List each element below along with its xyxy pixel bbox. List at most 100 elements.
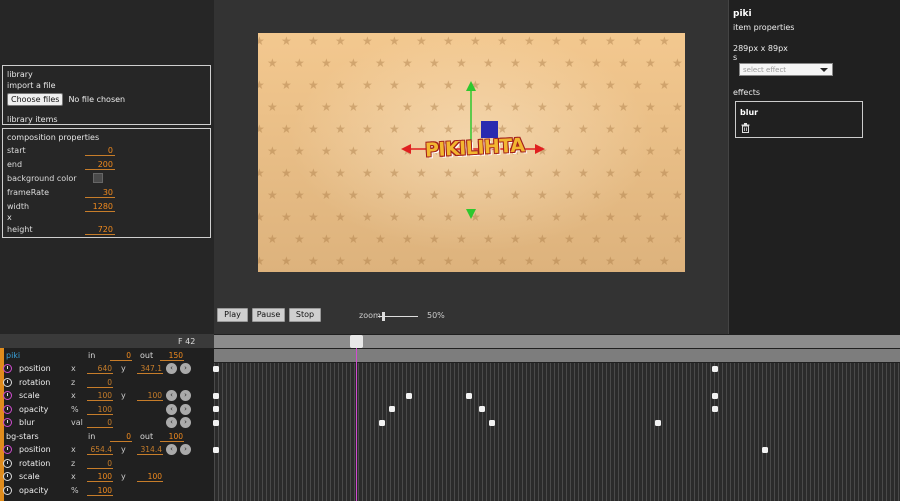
stopwatch-icon[interactable] [3,364,12,374]
value-input[interactable]: 100 [137,391,163,401]
library-items-label: library items [7,115,58,124]
stage-area: ★ ★ ★ ★ ★ ★ ★ ★ ★ ★ ★ ★ ★ ★ ★ ★ ★ ★ ★ ★ ★ ★ ★ ★ ★ ★ ★ ★ ★ ★ ★ ★ ★ ★ ★ ★ ★ ★ ★ ★… [214,0,728,334]
trash-icon[interactable] [741,123,750,133]
out-input[interactable]: 100 [160,432,184,442]
width-input[interactable]: 1280 [85,201,115,212]
axis-label: x [71,445,76,455]
prop-label: opacity [19,405,49,415]
stop-button[interactable]: Stop [289,308,321,322]
zoom-slider[interactable] [378,312,418,321]
prop-label: rotation [19,378,51,388]
in-label: in [88,351,96,361]
value-input[interactable]: 640 [87,364,113,374]
prop-label: blur [19,418,35,428]
stopwatch-icon[interactable] [3,472,12,482]
axis-label: x [71,472,76,482]
prop-row: scale x 100 y 100 [0,470,214,484]
value-input[interactable]: 100 [137,472,163,482]
value-input[interactable]: 314.4 [137,445,163,455]
value-input[interactable]: 654.4 [87,445,113,455]
keyframe-marker[interactable] [655,420,662,426]
stopwatch-icon[interactable] [3,486,12,496]
item-properties-title: item properties [733,23,795,32]
value-input[interactable]: 347.1 [137,364,163,374]
piki-layer-bar[interactable] [214,349,900,362]
stopwatch-icon[interactable] [3,405,12,415]
in-input[interactable]: 0 [110,351,132,361]
prop-row: opacity% 100 ‹ › [0,403,214,417]
composition-panel: composition properties start 0 end 200 bac… [2,128,211,238]
item-properties-panel: piki item properties 289px x 89px s sele… [728,0,900,334]
layer-name[interactable]: piki [6,351,88,360]
keyframe-marker[interactable] [405,393,412,399]
out-input[interactable]: 150 [160,351,184,361]
choose-files-button[interactable]: Choose files [7,92,64,106]
value-input[interactable]: 100 [87,486,113,496]
prev-keyframe-icon[interactable]: ‹ [166,404,177,416]
prop-label: scale [19,472,40,482]
stopwatch-icon[interactable] [3,418,12,428]
framerate-input[interactable]: 30 [85,187,115,198]
stopwatch-icon[interactable] [3,391,12,401]
value-input[interactable]: 100 [87,405,113,415]
timeline-ruler[interactable] [214,335,900,348]
stopwatch-icon[interactable] [3,459,12,469]
keyframe-marker[interactable] [711,366,718,372]
play-button[interactable]: Play [217,308,248,322]
in-input[interactable]: 0 [110,432,132,442]
zoom-slider-thumb[interactable] [382,312,385,321]
keyframe-marker[interactable] [711,393,718,399]
stopwatch-icon[interactable] [3,378,12,388]
playhead-handle[interactable] [349,335,363,348]
keyframe-marker[interactable] [465,393,472,399]
axis-label: y [121,391,126,401]
keyframe-marker[interactable] [379,420,386,426]
next-keyframe-icon[interactable]: › [180,404,191,416]
value-input[interactable]: 0 [87,418,113,428]
keyframe-marker[interactable] [488,420,495,426]
timeline-tracks[interactable] [214,363,900,501]
prop-row: scale x 100 y 100 ‹ › [0,389,214,403]
pause-button[interactable]: Pause [252,308,285,322]
end-label: end [7,159,23,169]
playhead-line [355,348,357,501]
value-input[interactable]: 0 [87,459,113,469]
composition-canvas[interactable]: ★ ★ ★ ★ ★ ★ ★ ★ ★ ★ ★ ★ ★ ★ ★ ★ ★ ★ ★ ★ ★ ★ ★ ★ ★ ★ ★ ★ ★ ★ ★ ★ ★ ★ ★ ★ ★ ★ ★ ★… [258,33,685,272]
effect-card: blur [735,101,863,138]
next-keyframe-icon[interactable]: › [180,444,191,456]
keyframe-marker[interactable] [479,406,485,412]
prop-row: position x 640 y 347.1 ‹ › [0,362,214,376]
end-input[interactable]: 200 [85,159,115,170]
axis-label: y [121,445,126,455]
height-input[interactable]: 720 [85,224,115,235]
keyframe-marker[interactable] [711,406,718,412]
out-label: out [140,351,154,361]
value-input[interactable]: 100 [87,391,113,401]
prev-keyframe-icon[interactable]: ‹ [166,390,177,402]
axis-label: val [71,418,83,428]
prop-row: rotation z 0 [0,376,214,390]
next-keyframe-icon[interactable]: › [180,390,191,402]
effects-label: effects [733,88,761,97]
prop-label: position [19,445,51,455]
bg-color-swatch[interactable] [93,173,103,183]
prev-keyframe-icon[interactable]: ‹ [166,363,177,375]
prop-row: position x 654.4 y 314.4 ‹ › [0,443,214,457]
in-label: in [88,432,96,442]
keyframe-marker[interactable] [389,406,396,412]
prop-row: blur val 0 ‹ › [0,416,214,430]
prev-keyframe-icon[interactable]: ‹ [166,417,177,429]
start-input[interactable]: 0 [85,145,115,156]
value-input[interactable]: 100 [87,472,113,482]
prop-label: scale [19,391,40,401]
next-keyframe-icon[interactable]: › [180,363,191,375]
library-panel: library import a file Choose files No fi… [2,65,211,125]
layer-name[interactable]: bg-stars [6,432,88,441]
file-input[interactable]: Choose files No file chosen [7,92,206,106]
keyframe-marker[interactable] [761,447,768,453]
stopwatch-icon[interactable] [3,445,12,455]
prev-keyframe-icon[interactable]: ‹ [166,444,177,456]
value-input[interactable]: 0 [87,378,113,388]
effect-select[interactable]: select effect [739,63,833,76]
next-keyframe-icon[interactable]: › [180,417,191,429]
